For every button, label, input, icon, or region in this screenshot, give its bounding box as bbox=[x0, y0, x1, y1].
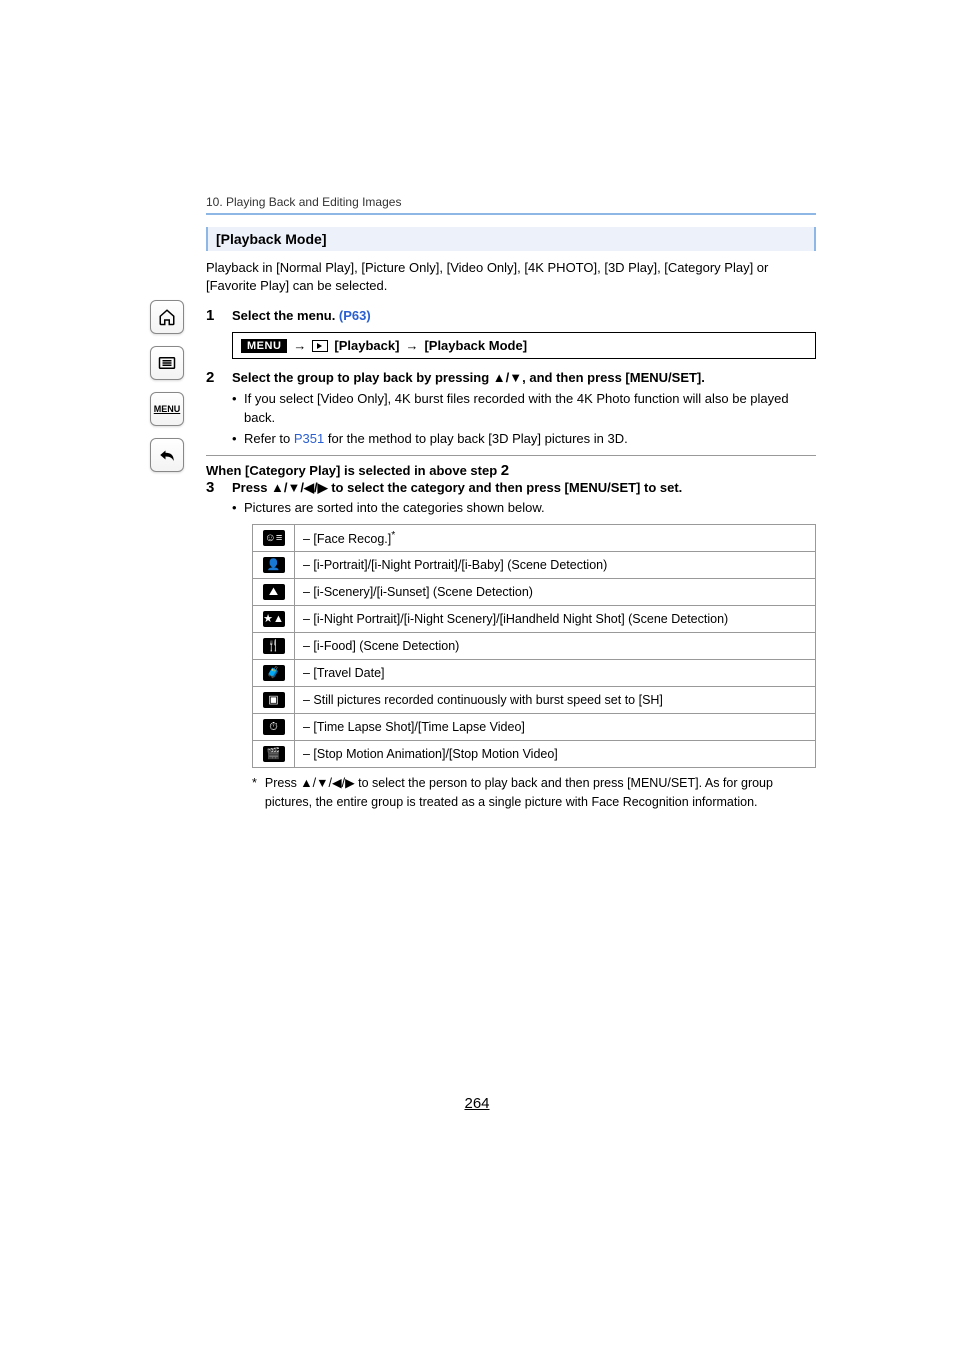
table-row: 🎬 – [Stop Motion Animation]/[Stop Motion… bbox=[253, 741, 816, 768]
menu-badge: MENU bbox=[241, 339, 287, 353]
breadcrumb: 10. Playing Back and Editing Images bbox=[206, 195, 816, 209]
playback-icon bbox=[312, 340, 328, 352]
back-icon[interactable] bbox=[150, 438, 184, 472]
cat-text: – [Stop Motion Animation]/[Stop Motion V… bbox=[295, 741, 816, 768]
step-2-heading: Select the group to play back by pressin… bbox=[232, 369, 816, 388]
table-row: ▣ – Still pictures recorded continuously… bbox=[253, 687, 816, 714]
arrow-icon: → bbox=[405, 338, 418, 353]
stopmotion-icon: 🎬 bbox=[253, 741, 295, 768]
menu-button[interactable]: MENU bbox=[150, 392, 184, 426]
category-table: ☺≡ – [Face Recog.]* 👤 – [i-Portrait]/[i-… bbox=[252, 524, 816, 768]
cat-text: – [i-Food] (Scene Detection) bbox=[295, 633, 816, 660]
menu-path-part2: [Playback Mode] bbox=[424, 338, 527, 353]
page-content: 10. Playing Back and Editing Images [Pla… bbox=[206, 195, 816, 811]
footnote: * Press ▲/▼/◀/▶ to select the person to … bbox=[252, 774, 816, 810]
cat-text: – Still pictures recorded continuously w… bbox=[295, 687, 816, 714]
intro-paragraph: Playback in [Normal Play], [Picture Only… bbox=[206, 259, 816, 295]
scenery-icon: ⛰ bbox=[253, 579, 295, 606]
home-icon[interactable] bbox=[150, 300, 184, 334]
b2-post: for the method to play back [3D Play] pi… bbox=[324, 431, 627, 446]
divider bbox=[206, 455, 816, 456]
portrait-icon: 👤 bbox=[253, 552, 295, 579]
face-recog-icon: ☺≡ bbox=[253, 525, 295, 552]
step-3-heading: Press ▲/▼/◀/▶ to select the category and… bbox=[232, 479, 816, 498]
menu-label: MENU bbox=[154, 404, 181, 414]
table-row: 🍴 – [i-Food] (Scene Detection) bbox=[253, 633, 816, 660]
step-3: 3 Press ▲/▼/◀/▶ to select the category a… bbox=[206, 479, 816, 519]
cat-text: – [i-Night Portrait]/[i-Night Scenery]/[… bbox=[295, 606, 816, 633]
cat-text: – [Travel Date] bbox=[295, 660, 816, 687]
travel-icon: 🧳 bbox=[253, 660, 295, 687]
table-row: ⛰ – [i-Scenery]/[i-Sunset] (Scene Detect… bbox=[253, 579, 816, 606]
step-1-link[interactable]: (P63) bbox=[339, 308, 371, 323]
food-icon: 🍴 bbox=[253, 633, 295, 660]
table-row: ⏱ – [Time Lapse Shot]/[Time Lapse Video] bbox=[253, 714, 816, 741]
step-1: 1 Select the menu. (P63) bbox=[206, 307, 816, 326]
menu-path: MENU → [Playback] → [Playback Mode] bbox=[232, 332, 816, 359]
cat-text: – [Face Recog.]* bbox=[295, 525, 816, 552]
arrow-icon: → bbox=[293, 338, 306, 353]
b2-pre: Refer to bbox=[244, 431, 294, 446]
step-2-bullet-1: If you select [Video Only], 4K burst fil… bbox=[232, 390, 816, 428]
footnote-mark: * bbox=[252, 774, 257, 810]
step-number: 3 bbox=[206, 479, 232, 519]
sidebar: MENU bbox=[150, 300, 188, 472]
table-row: 👤 – [i-Portrait]/[i-Night Portrait]/[i-B… bbox=[253, 552, 816, 579]
step-1-text: Select the menu. bbox=[232, 308, 339, 323]
footnote-text: Press ▲/▼/◀/▶ to select the person to pl… bbox=[265, 774, 816, 810]
divider bbox=[206, 213, 816, 215]
timelapse-icon: ⏱ bbox=[253, 714, 295, 741]
table-row: ★▲ – [i-Night Portrait]/[i-Night Scenery… bbox=[253, 606, 816, 633]
night-icon: ★▲ bbox=[253, 606, 295, 633]
step-number: 1 bbox=[206, 307, 232, 326]
step-2: 2 Select the group to play back by press… bbox=[206, 369, 816, 448]
cat-text: – [i-Scenery]/[i-Sunset] (Scene Detectio… bbox=[295, 579, 816, 606]
subhead-step-num: 2 bbox=[501, 462, 509, 479]
cat-text: – [i-Portrait]/[i-Night Portrait]/[i-Bab… bbox=[295, 552, 816, 579]
burst-icon: ▣ bbox=[253, 687, 295, 714]
step-3-bullet: Pictures are sorted into the categories … bbox=[232, 499, 816, 518]
subhead-text: When [Category Play] is selected in abov… bbox=[206, 463, 501, 478]
subheading: When [Category Play] is selected in abov… bbox=[206, 462, 816, 479]
page-number[interactable]: 264 bbox=[0, 1095, 954, 1112]
step-2-bullet-2: Refer to P351 for the method to play bac… bbox=[232, 430, 816, 449]
table-row: 🧳 – [Travel Date] bbox=[253, 660, 816, 687]
table-row: ☺≡ – [Face Recog.]* bbox=[253, 525, 816, 552]
b2-link[interactable]: P351 bbox=[294, 431, 324, 446]
menu-path-part1: [Playback] bbox=[334, 338, 399, 353]
list-icon[interactable] bbox=[150, 346, 184, 380]
step-number: 2 bbox=[206, 369, 232, 448]
cat-text: – [Time Lapse Shot]/[Time Lapse Video] bbox=[295, 714, 816, 741]
section-title: [Playback Mode] bbox=[206, 227, 816, 251]
